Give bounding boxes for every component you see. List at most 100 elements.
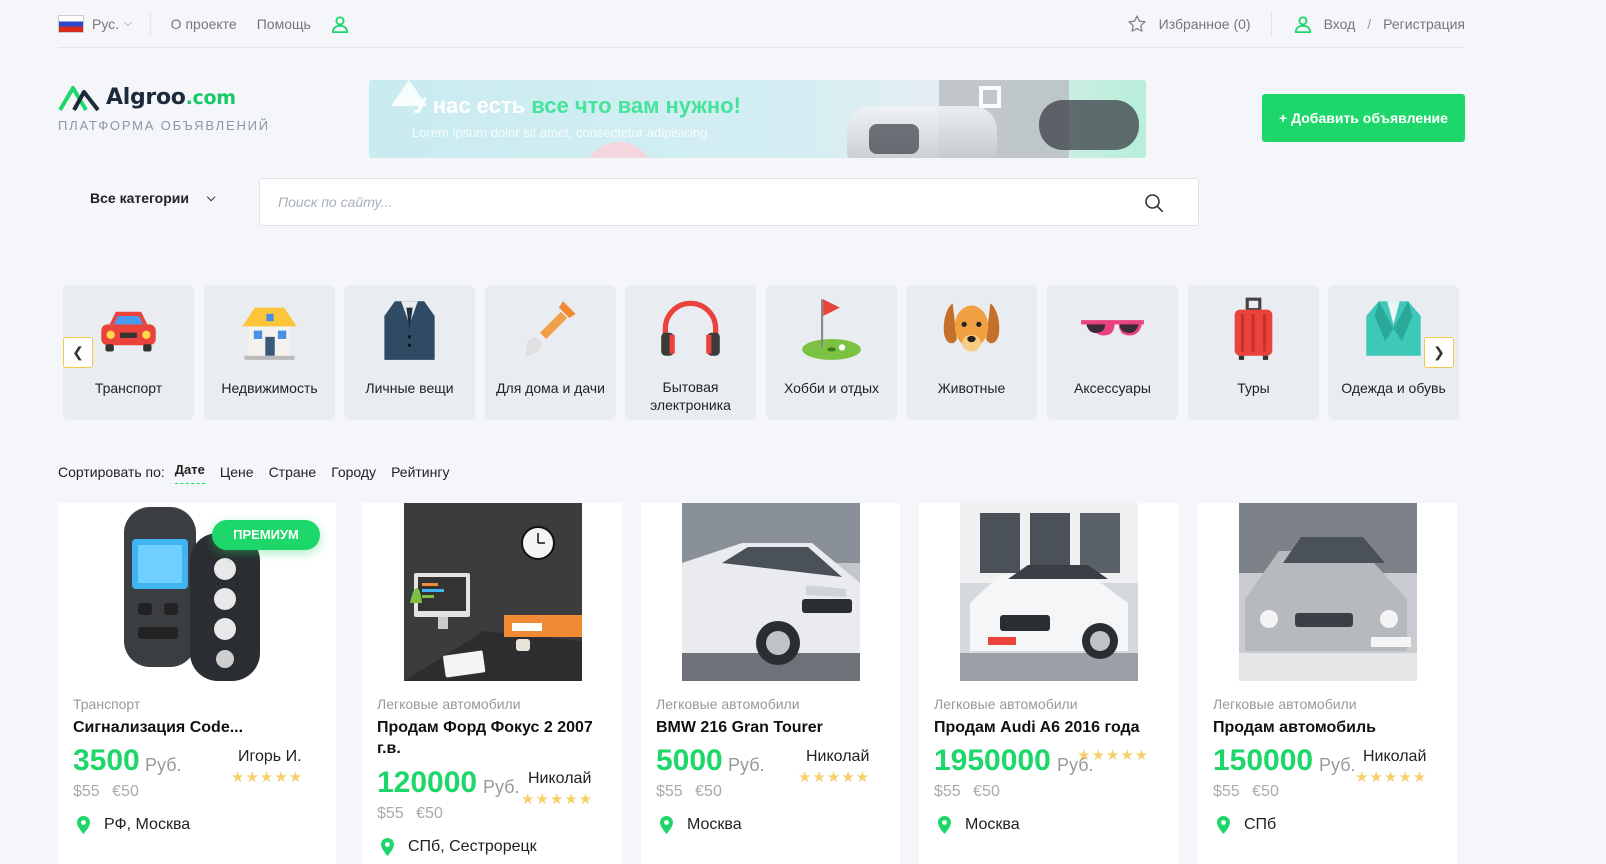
listing-title[interactable]: Продам Audi A6 2016 года	[934, 717, 1172, 738]
listing-currency: Руб.	[1319, 755, 1356, 775]
help-link[interactable]: Помощь	[257, 16, 311, 32]
logo-mountain-icon	[58, 86, 100, 112]
search-icon[interactable]	[1144, 193, 1164, 213]
listing-currency: Руб.	[145, 755, 182, 775]
car-icon	[101, 311, 156, 352]
listing-location: Москва	[938, 816, 1020, 834]
logo[interactable]: Algroo.com	[58, 82, 236, 112]
listing-currency: Руб.	[483, 777, 520, 797]
listing-price: 1950000	[934, 744, 1051, 777]
sort-option-rating[interactable]: Рейтингу	[391, 464, 449, 480]
listing-card[interactable]: Легковые автомобили Продам автомобиль 15…	[1198, 503, 1457, 864]
category-label: Для дома и дачи	[496, 380, 605, 396]
dog-icon	[943, 303, 1000, 352]
listing-price: 3500	[73, 744, 140, 777]
category-label: Транспорт	[94, 380, 163, 396]
listing-rating-stars: ★★★★★	[231, 769, 304, 786]
category-dropdown-label: Все категории	[90, 190, 189, 206]
listing-location: СПб, Сестрорецк	[381, 838, 537, 856]
category-tile-tours[interactable]: Туры	[1188, 285, 1319, 420]
search-input[interactable]	[278, 179, 1118, 225]
listing-title[interactable]: Продам автомобиль	[1213, 717, 1451, 738]
listing-seller[interactable]: Игорь И.	[238, 748, 302, 766]
carousel-next-button[interactable]: ❯	[1424, 337, 1454, 368]
promo-banner[interactable]: У нас есть все что вам нужно! Lorem ipsu…	[369, 80, 1146, 158]
sort-option-date[interactable]: Дате	[174, 462, 205, 484]
about-link[interactable]: О проекте	[171, 16, 237, 32]
listing-card[interactable]: Легковые автомобили Продам Форд Фокус 2 …	[362, 503, 622, 864]
listing-title[interactable]: Продам Форд Фокус 2 2007 г.в.	[377, 717, 615, 759]
listing-seller[interactable]: Николай	[1363, 748, 1426, 766]
location-pin-icon	[660, 816, 673, 834]
star-outline-icon	[1128, 14, 1146, 32]
category-tile-electronics[interactable]: Бытовая электроника	[625, 285, 756, 420]
listing-card[interactable]: Транспорт Сигнализация Code... 3500 Руб.…	[58, 503, 336, 864]
sort-option-country[interactable]: Стране	[269, 464, 317, 480]
listing-image-ford[interactable]	[1239, 503, 1417, 681]
login-link[interactable]: Вход	[1324, 16, 1356, 32]
sort-option-price[interactable]: Цене	[220, 464, 254, 480]
category-label: Хобби и отдых	[783, 380, 880, 396]
golf-icon	[802, 299, 861, 360]
category-dropdown[interactable]: Все категории ⌵	[90, 190, 215, 206]
listing-title[interactable]: Сигнализация Code...	[73, 717, 323, 738]
listing-card[interactable]: Легковые автомобили BMW 216 Gran Tourer …	[641, 503, 900, 864]
sort-bar: Сортировать по: Дате Цене Стране Городу …	[58, 460, 464, 484]
listing-category: Легковые автомобили	[377, 696, 521, 712]
listing-category: Транспорт	[73, 696, 141, 712]
listing-image-desk[interactable]	[404, 503, 582, 681]
listing-rating-stars: ★★★★★	[798, 769, 871, 786]
category-tile-animals[interactable]: Животные	[906, 285, 1037, 420]
category-tile-personal[interactable]: Личные вещи	[344, 285, 475, 420]
banner-gamepad-image	[1039, 100, 1139, 150]
separator: /	[1367, 15, 1372, 32]
sunglasses-icon	[1081, 320, 1144, 336]
banner-circle-decoration	[584, 142, 654, 158]
add-listing-button[interactable]: + Добавить объявление	[1262, 94, 1465, 142]
banner-title: У нас есть все что вам нужно!	[413, 93, 741, 118]
language-selector[interactable]: Рус. ⌵	[58, 11, 151, 36]
chevron-down-icon: ⌵	[206, 191, 216, 204]
favorites-link[interactable]: Избранное (0)	[1127, 10, 1272, 37]
category-tile-realty[interactable]: Недвижимость	[204, 285, 335, 420]
category-label: Одежда и обувь	[1341, 380, 1446, 396]
listing-image-bmw[interactable]	[682, 503, 860, 681]
top-bar: Рус. ⌵ О проекте Помощь Избранное (0) Вх…	[58, 0, 1465, 48]
listing-price: 120000	[377, 766, 478, 799]
category-label: Аксессуары	[1074, 380, 1151, 396]
category-tile-accessories[interactable]: Аксессуары	[1047, 285, 1178, 420]
headphones-icon	[661, 300, 720, 356]
house-icon	[242, 307, 297, 360]
listing-image-audi[interactable]	[960, 503, 1138, 681]
category-tile-home[interactable]: Для дома и дачи	[485, 285, 616, 420]
carousel-prev-button[interactable]: ❮	[63, 337, 93, 368]
listing-category: Легковые автомобили	[656, 696, 800, 712]
top-right-group: Избранное (0) Вход / Регистрация	[1127, 10, 1465, 37]
location-pin-icon	[77, 816, 90, 834]
sort-option-city[interactable]: Городу	[331, 464, 376, 480]
user-icon[interactable]	[331, 15, 349, 33]
listing-category: Легковые автомобили	[934, 696, 1078, 712]
listing-price: 5000	[656, 744, 723, 777]
jacket-icon	[384, 301, 435, 360]
listing-title[interactable]: BMW 216 Gran Tourer	[656, 717, 894, 738]
banner-subtitle: Lorem ipsum dolor sit amet, consectetur …	[412, 125, 708, 140]
category-label: Недвижимость	[221, 380, 318, 396]
banner-vr-lens	[869, 124, 919, 154]
listing-alt-prices: $55 €50	[377, 805, 443, 822]
location-pin-icon	[381, 838, 394, 856]
category-carousel: Транспорт Недвижимость Личные вещи Для д…	[63, 285, 1460, 420]
listing-seller[interactable]: Николай	[528, 770, 591, 788]
listing-card[interactable]: Легковые автомобили Продам Audi A6 2016 …	[919, 503, 1179, 864]
category-tile-hobby[interactable]: Хобби и отдых	[766, 285, 897, 420]
logo-tagline: ПЛАТФОРМА ОБЪЯВЛЕНИЙ	[58, 118, 270, 133]
listing-location: РФ, Москва	[77, 816, 190, 834]
location-pin-icon	[938, 816, 951, 834]
listing-location: СПб	[1217, 816, 1276, 834]
listing-seller[interactable]: Николай	[806, 748, 869, 766]
listing-alt-prices: $55 €50	[73, 783, 139, 800]
register-link[interactable]: Регистрация	[1383, 16, 1465, 32]
listing-category: Легковые автомобили	[1213, 696, 1357, 712]
blazer-icon	[1366, 301, 1421, 356]
chevron-down-icon: ⌵	[124, 18, 132, 29]
